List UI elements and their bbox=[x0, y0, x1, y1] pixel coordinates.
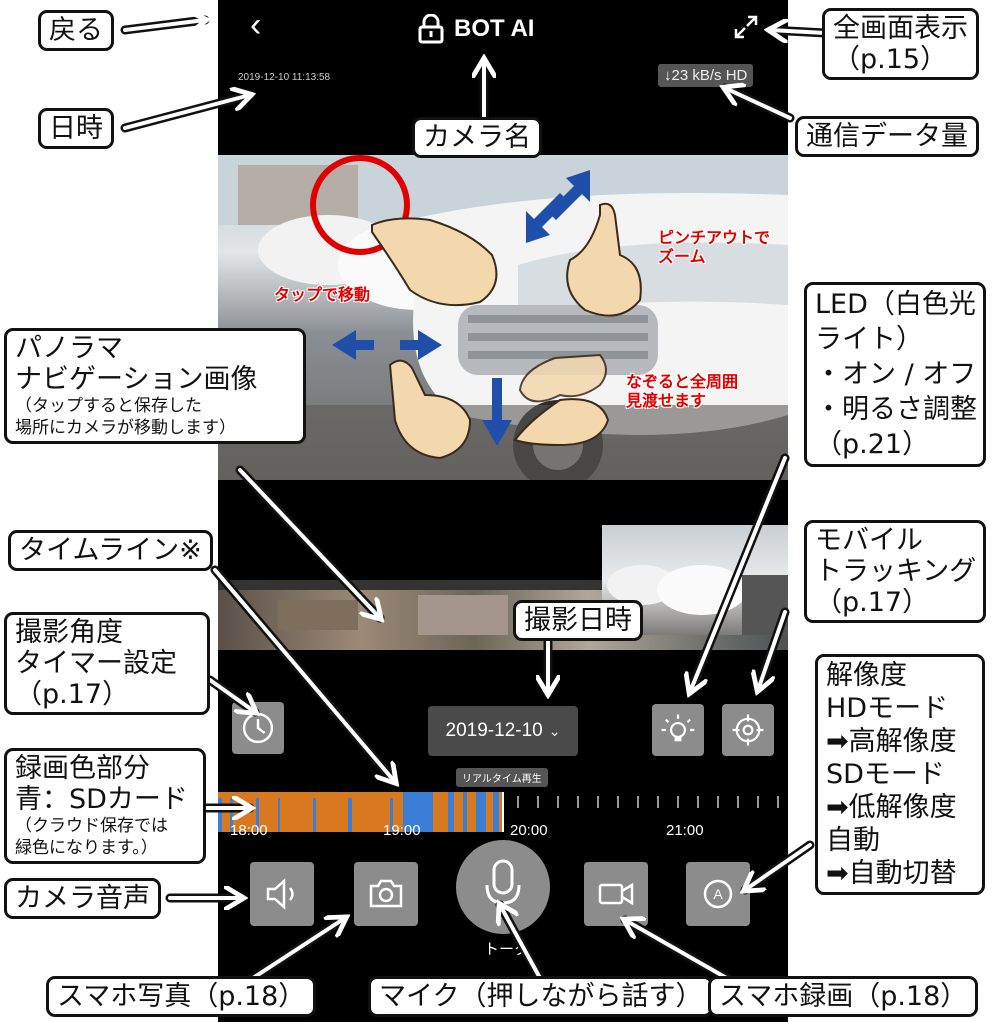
camera-icon bbox=[369, 879, 403, 908]
resolution-button[interactable]: A bbox=[686, 862, 750, 926]
expand-icon bbox=[734, 15, 758, 39]
callout-recording-color: 録画色部分 青：SDカード （クラウド保存では 緑色になります。） bbox=[4, 748, 206, 864]
tracking-button[interactable] bbox=[722, 704, 774, 756]
timer-button[interactable] bbox=[232, 702, 284, 754]
timeline-label: 20:00 bbox=[510, 822, 548, 839]
svg-text:A: A bbox=[713, 886, 723, 902]
timestamp: 2019-12-10 11:13:58 bbox=[238, 72, 331, 83]
record-button[interactable] bbox=[584, 862, 648, 926]
speaker-button[interactable] bbox=[250, 862, 314, 926]
timeline-label: 19:00 bbox=[383, 822, 421, 839]
swipe-hint: なぞると全周囲 見渡せます bbox=[626, 372, 739, 410]
talk-label: トーク bbox=[484, 941, 530, 958]
callout-camera-name: カメラ名 bbox=[412, 117, 542, 158]
back-button[interactable]: ‹ bbox=[250, 6, 261, 45]
callout-tracking: モバイル トラッキング （p.17） bbox=[804, 520, 986, 623]
callout-led: LED（白色光 ライト） ・オン / オフ ・明るさ調整 （p.21） bbox=[804, 282, 986, 467]
callout-timeline: タイムライン※ bbox=[8, 530, 213, 571]
callout-phone-photo: スマホ写真（p.18） bbox=[46, 976, 317, 1017]
date-picker[interactable]: 2019-12-10 ⌄ bbox=[428, 706, 578, 756]
callout-fullscreen: 全画面表示 （p.15） bbox=[822, 8, 979, 80]
panorama-title: パノラマ ナビゲーション画像 bbox=[15, 333, 258, 395]
callout-resolution: 解像度 HDモード ➡高解像度 SDモード ➡低解像度 自動 ➡自動切替 bbox=[815, 654, 985, 895]
recording-note: （クラウド保存では 緑色になります。） bbox=[15, 816, 168, 858]
recording-title: 録画色部分 青：SDカード bbox=[15, 753, 188, 815]
camera-title: BOT AI bbox=[418, 14, 534, 44]
bitrate-badge: ↓23 kB/s HD bbox=[658, 64, 754, 87]
timeline-label: 18:00 bbox=[230, 822, 268, 839]
chevron-down-icon: ⌄ bbox=[548, 722, 561, 739]
pinch-hint: ピンチアウトで ズーム bbox=[658, 228, 771, 266]
microphone-icon bbox=[485, 859, 521, 913]
panorama-note: （タップすると保存した 場所にカメラが移動します） bbox=[15, 396, 236, 438]
bulb-icon bbox=[661, 714, 695, 742]
date-value: 2019-12-10 bbox=[445, 720, 543, 741]
tap-hint: タップで移動 bbox=[274, 285, 371, 304]
target-icon bbox=[732, 714, 764, 746]
speaker-icon bbox=[266, 878, 294, 910]
callout-panorama: パノラマ ナビゲーション画像 （タップすると保存した 場所にカメラが移動します） bbox=[4, 328, 306, 444]
clock-icon bbox=[242, 712, 274, 744]
auto-resolution-icon: A bbox=[703, 879, 733, 909]
fullscreen-button[interactable] bbox=[733, 14, 759, 44]
lock-icon bbox=[418, 14, 444, 44]
callout-camera-audio: カメラ音声 bbox=[4, 878, 161, 919]
callout-angle-timer: 撮影角度 タイマー設定 （p.17） bbox=[4, 612, 210, 715]
callout-phone-record: スマホ録画（p.18） bbox=[708, 976, 979, 1017]
callout-shoot-datetime: 撮影日時 bbox=[513, 600, 643, 641]
timeline-label: 21:00 bbox=[666, 822, 704, 839]
realtime-tag: リアルタイム再生 bbox=[456, 768, 548, 787]
callout-data-rate: 通信データ量 bbox=[795, 116, 979, 157]
mic-button[interactable] bbox=[456, 840, 550, 934]
callout-mic: マイク（押しながら話す） bbox=[368, 976, 714, 1017]
snapshot-button[interactable] bbox=[354, 862, 418, 926]
callout-datetime: 日時 bbox=[38, 108, 114, 149]
camera-name: BOT AI bbox=[454, 15, 535, 42]
led-button[interactable] bbox=[652, 704, 704, 756]
callout-back: 戻る bbox=[38, 10, 114, 51]
video-camera-icon bbox=[598, 882, 634, 906]
